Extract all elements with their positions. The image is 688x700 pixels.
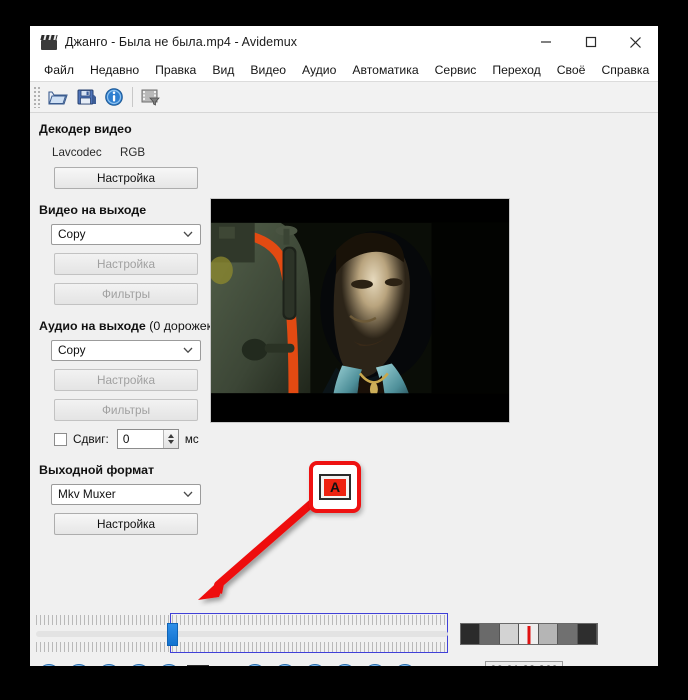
playback-controls: A B — [38, 661, 438, 666]
audio-output-filters-button[interactable]: Фильтры — [54, 399, 198, 421]
main-body: Декодер видео Lavcodec RGB Настройка Вид… — [30, 113, 658, 666]
video-preview[interactable] — [210, 198, 510, 423]
menu-item-edit[interactable]: Правка — [147, 61, 204, 79]
go-to-next-keyframe-button[interactable] — [274, 664, 296, 666]
video-output-filters-button[interactable]: Фильтры — [54, 283, 198, 305]
chevron-down-icon — [183, 347, 193, 354]
output-format-select[interactable]: Mkv Muxer — [51, 484, 201, 505]
menu-item-recent[interactable]: Недавно — [82, 61, 147, 79]
spin-down-icon[interactable] — [167, 440, 174, 444]
audio-output-codec-select[interactable]: Copy — [51, 340, 201, 361]
marker-a-row: A: 00:01:23.360 — [455, 661, 595, 666]
marker-a-key: A: — [455, 664, 477, 666]
main-toolbar — [30, 82, 658, 113]
marker-a-value[interactable]: 00:01:23.360 — [485, 661, 563, 666]
toolbar-separator — [132, 87, 133, 107]
decoder-config-button[interactable]: Настройка — [54, 167, 198, 189]
zoom-callout-marker-a: A — [309, 461, 361, 513]
go-to-end-button[interactable] — [334, 664, 356, 666]
chevron-down-icon — [183, 231, 193, 238]
close-icon — [630, 36, 641, 48]
menu-item-video[interactable]: Видео — [242, 61, 294, 79]
config-panel: Декодер видео Lavcodec RGB Настройка Вид… — [30, 113, 235, 535]
menu-item-goto[interactable]: Переход — [484, 61, 548, 79]
output-format-config-button[interactable]: Настройка — [54, 513, 198, 535]
window-title: Джанго - Была не была.mp4 - Avidemux — [65, 35, 298, 49]
decoder-colorspace-value: RGB — [120, 146, 146, 159]
audio-shift-checkbox[interactable] — [54, 432, 67, 446]
minimize-icon — [540, 41, 551, 43]
right-filler — [528, 113, 658, 666]
video-output-codec-value: Copy — [58, 227, 86, 241]
play-button[interactable] — [38, 664, 60, 666]
forward-60-button[interactable]: 60 — [394, 664, 416, 666]
callout-marker-a-button: A — [319, 474, 351, 500]
menu-item-file[interactable]: Файл — [36, 61, 82, 79]
fast-forward-button[interactable] — [158, 664, 180, 666]
rewind-button[interactable] — [128, 664, 150, 666]
video-output-codec-select[interactable]: Copy — [51, 224, 201, 245]
go-to-start-button[interactable] — [304, 664, 326, 666]
screenshot-root: Джанго - Была не была.mp4 - Avidemux Фай… — [0, 0, 688, 700]
info-icon — [105, 88, 123, 106]
spin-up-icon[interactable] — [167, 434, 174, 438]
audio-shift-spin-buttons[interactable] — [162, 430, 178, 448]
back-60-button[interactable]: 60 — [364, 664, 386, 666]
go-to-previous-keyframe-button[interactable] — [244, 664, 266, 666]
timeline-playhead-handle[interactable] — [167, 623, 178, 646]
timeline-track[interactable] — [36, 631, 448, 637]
audio-shift-row: Сдвиг: 0 мс — [54, 429, 235, 449]
marker-values-panel: A: 00:01:23.360 B: 00:03:51.321 Selectio… — [455, 661, 595, 666]
toolbar-grip[interactable] — [33, 86, 40, 108]
video-decoder-heading: Декодер видео — [39, 122, 132, 136]
maximize-icon — [585, 36, 596, 48]
save-file-icon — [77, 89, 96, 105]
video-output-heading: Видео на выходе — [39, 203, 147, 217]
audio-output-track-count: (0 дорожек) — [145, 319, 217, 333]
info-button[interactable] — [100, 84, 128, 110]
save-file-button[interactable] — [72, 84, 100, 110]
thumbnail-position-marker — [527, 626, 531, 644]
menu-item-help[interactable]: Справка — [593, 61, 657, 79]
step-back-button[interactable] — [68, 664, 90, 666]
chevron-down-icon — [183, 491, 193, 498]
audio-shift-stepper[interactable]: 0 — [116, 429, 179, 449]
title-bar: Джанго - Была не была.mp4 - Avidemux — [30, 26, 658, 58]
audio-output-codec-value: Copy — [58, 343, 86, 357]
menu-item-audio[interactable]: Аудио — [294, 61, 344, 79]
video-output-config-button[interactable]: Настройка — [54, 253, 198, 275]
audio-shift-units: мс — [184, 432, 199, 446]
filters-button[interactable] — [137, 84, 165, 110]
output-format-heading: Выходной формат — [39, 463, 155, 477]
step-forward-button[interactable] — [98, 664, 120, 666]
menu-item-tools[interactable]: Сервис — [427, 61, 485, 79]
menu-item-auto[interactable]: Автоматика — [344, 61, 426, 79]
video-frame-image — [211, 199, 509, 422]
output-format-value: Mkv Muxer — [58, 487, 116, 501]
audio-output-heading: Аудио на выходе (0 дорожек) — [39, 319, 235, 333]
navigation-thumbnail-strip[interactable] — [460, 623, 598, 645]
filters-icon — [141, 89, 160, 106]
clapperboard-icon — [40, 33, 58, 51]
menu-item-view[interactable]: Вид — [204, 61, 242, 79]
window-controls — [523, 26, 658, 58]
audio-shift-label: Сдвиг: — [73, 432, 109, 446]
decoder-info-row: Lavcodec RGB — [30, 146, 235, 159]
maximize-button[interactable] — [568, 26, 613, 58]
close-button[interactable] — [613, 26, 658, 58]
avidemux-window: Джанго - Была не была.mp4 - Avidemux Фай… — [30, 26, 658, 666]
menu-bar: Файл Недавно Правка Вид Видео Аудио Авто… — [30, 58, 658, 82]
menu-item-custom[interactable]: Своё — [549, 61, 594, 79]
open-file-button[interactable] — [44, 84, 72, 110]
timeline-ruler-bottom — [36, 642, 448, 652]
audio-output-config-button[interactable]: Настройка — [54, 369, 198, 391]
open-file-icon — [48, 91, 68, 105]
timeline-slider[interactable] — [36, 611, 448, 653]
audio-output-heading-main: Аудио на выходе — [39, 319, 146, 333]
callout-marker-a-label: A — [324, 478, 346, 496]
minimize-button[interactable] — [523, 26, 568, 58]
decoder-codec-value: Lavcodec — [52, 146, 102, 159]
